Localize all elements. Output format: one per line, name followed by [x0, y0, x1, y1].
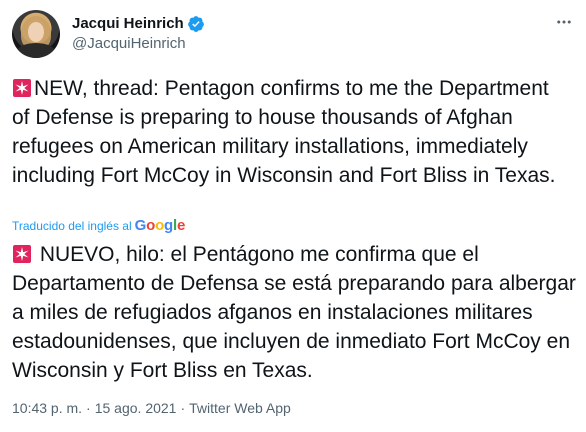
tweet-source[interactable]: Twitter Web App	[189, 398, 291, 418]
tweet-text-original: NEW, thread: Pentagon confirms to me the…	[12, 74, 572, 190]
tweet: Jacqui Heinrich @JacquiHeinrich NEW, thr…	[0, 0, 586, 432]
google-letter-o2: o	[155, 217, 165, 234]
tweet-text-translated-body: NUEVO, hilo: el Pentágono me confirma qu…	[12, 243, 582, 382]
more-options-icon	[557, 20, 571, 24]
display-name[interactable]: Jacqui Heinrich	[72, 14, 184, 34]
google-letter-g: G	[134, 217, 147, 234]
translation-attribution[interactable]: Traducido del inglés al Google	[12, 216, 185, 236]
tweet-text-original-body: NEW, thread: Pentagon confirms to me the…	[12, 77, 556, 187]
avatar-shoulders	[16, 43, 56, 58]
handle[interactable]: @JacquiHeinrich	[72, 34, 205, 54]
more-options-button[interactable]	[554, 12, 574, 32]
tweet-header: Jacqui Heinrich @JacquiHeinrich	[12, 10, 205, 58]
tweet-metadata: 10:43 p. m. · 15 ago. 2021 · Twitter Web…	[12, 398, 291, 418]
separator: ·	[180, 400, 186, 416]
google-letter-o1: o	[146, 217, 156, 234]
author-info: Jacqui Heinrich @JacquiHeinrich	[72, 14, 205, 54]
siren-emoji-icon	[13, 245, 31, 263]
google-letter-e: e	[176, 217, 186, 234]
google-letter-g2: g	[164, 217, 173, 234]
tweet-time[interactable]: 10:43 p. m.	[12, 398, 82, 418]
tweet-date[interactable]: 15 ago. 2021	[95, 398, 177, 418]
avatar-face	[28, 22, 44, 42]
tweet-text-translated: NUEVO, hilo: el Pentágono me confirma qu…	[12, 240, 578, 385]
verified-badge-icon	[187, 16, 204, 32]
avatar[interactable]	[12, 10, 60, 58]
siren-emoji-icon	[13, 79, 31, 97]
google-logo: Google	[135, 218, 186, 234]
translation-label: Traducido del inglés al	[12, 219, 132, 233]
separator: ·	[86, 400, 91, 416]
name-row: Jacqui Heinrich	[72, 14, 205, 34]
